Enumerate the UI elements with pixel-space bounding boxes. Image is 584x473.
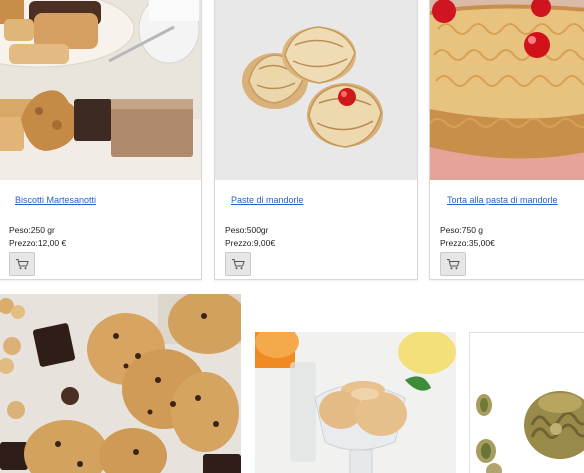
cart-icon bbox=[16, 259, 29, 270]
product-title-link[interactable]: Torta alla pasta di mandorle bbox=[447, 195, 558, 205]
product-price: Prezzo:35,00€ bbox=[440, 238, 495, 248]
product-image-pistachio[interactable] bbox=[469, 332, 584, 473]
product-price: Prezzo:9,00€ bbox=[225, 238, 276, 248]
product-card: Biscotti Martesanotti Peso:250 gr Prezzo… bbox=[0, 0, 202, 280]
product-image-cookies[interactable] bbox=[0, 294, 241, 473]
product-grid: Biscotti Martesanotti Peso:250 gr Prezzo… bbox=[0, 0, 584, 473]
product-title-link[interactable]: Biscotti Martesanotti bbox=[15, 195, 96, 205]
product-image-torta[interactable] bbox=[430, 0, 584, 180]
product-image-biscotti-glass[interactable] bbox=[255, 332, 456, 473]
product-weight: Peso:500gr bbox=[225, 225, 269, 235]
product-title-link[interactable]: Paste di mandorle bbox=[231, 195, 304, 205]
cart-icon bbox=[447, 259, 460, 270]
add-to-cart-button[interactable] bbox=[9, 252, 35, 276]
add-to-cart-button[interactable] bbox=[440, 252, 466, 276]
product-card: Paste di mandorle Peso:500gr Prezzo:9,00… bbox=[214, 0, 418, 280]
product-image-paste[interactable] bbox=[215, 0, 417, 180]
product-weight: Peso:750 g bbox=[440, 225, 484, 235]
product-image-biscotti[interactable] bbox=[0, 0, 201, 180]
product-price: Prezzo:12,00 € bbox=[9, 238, 67, 248]
cart-icon bbox=[232, 259, 245, 270]
product-card: Torta alla pasta di mandorle Peso:750 g … bbox=[429, 0, 584, 280]
product-weight: Peso:250 gr bbox=[9, 225, 55, 235]
add-to-cart-button[interactable] bbox=[225, 252, 251, 276]
